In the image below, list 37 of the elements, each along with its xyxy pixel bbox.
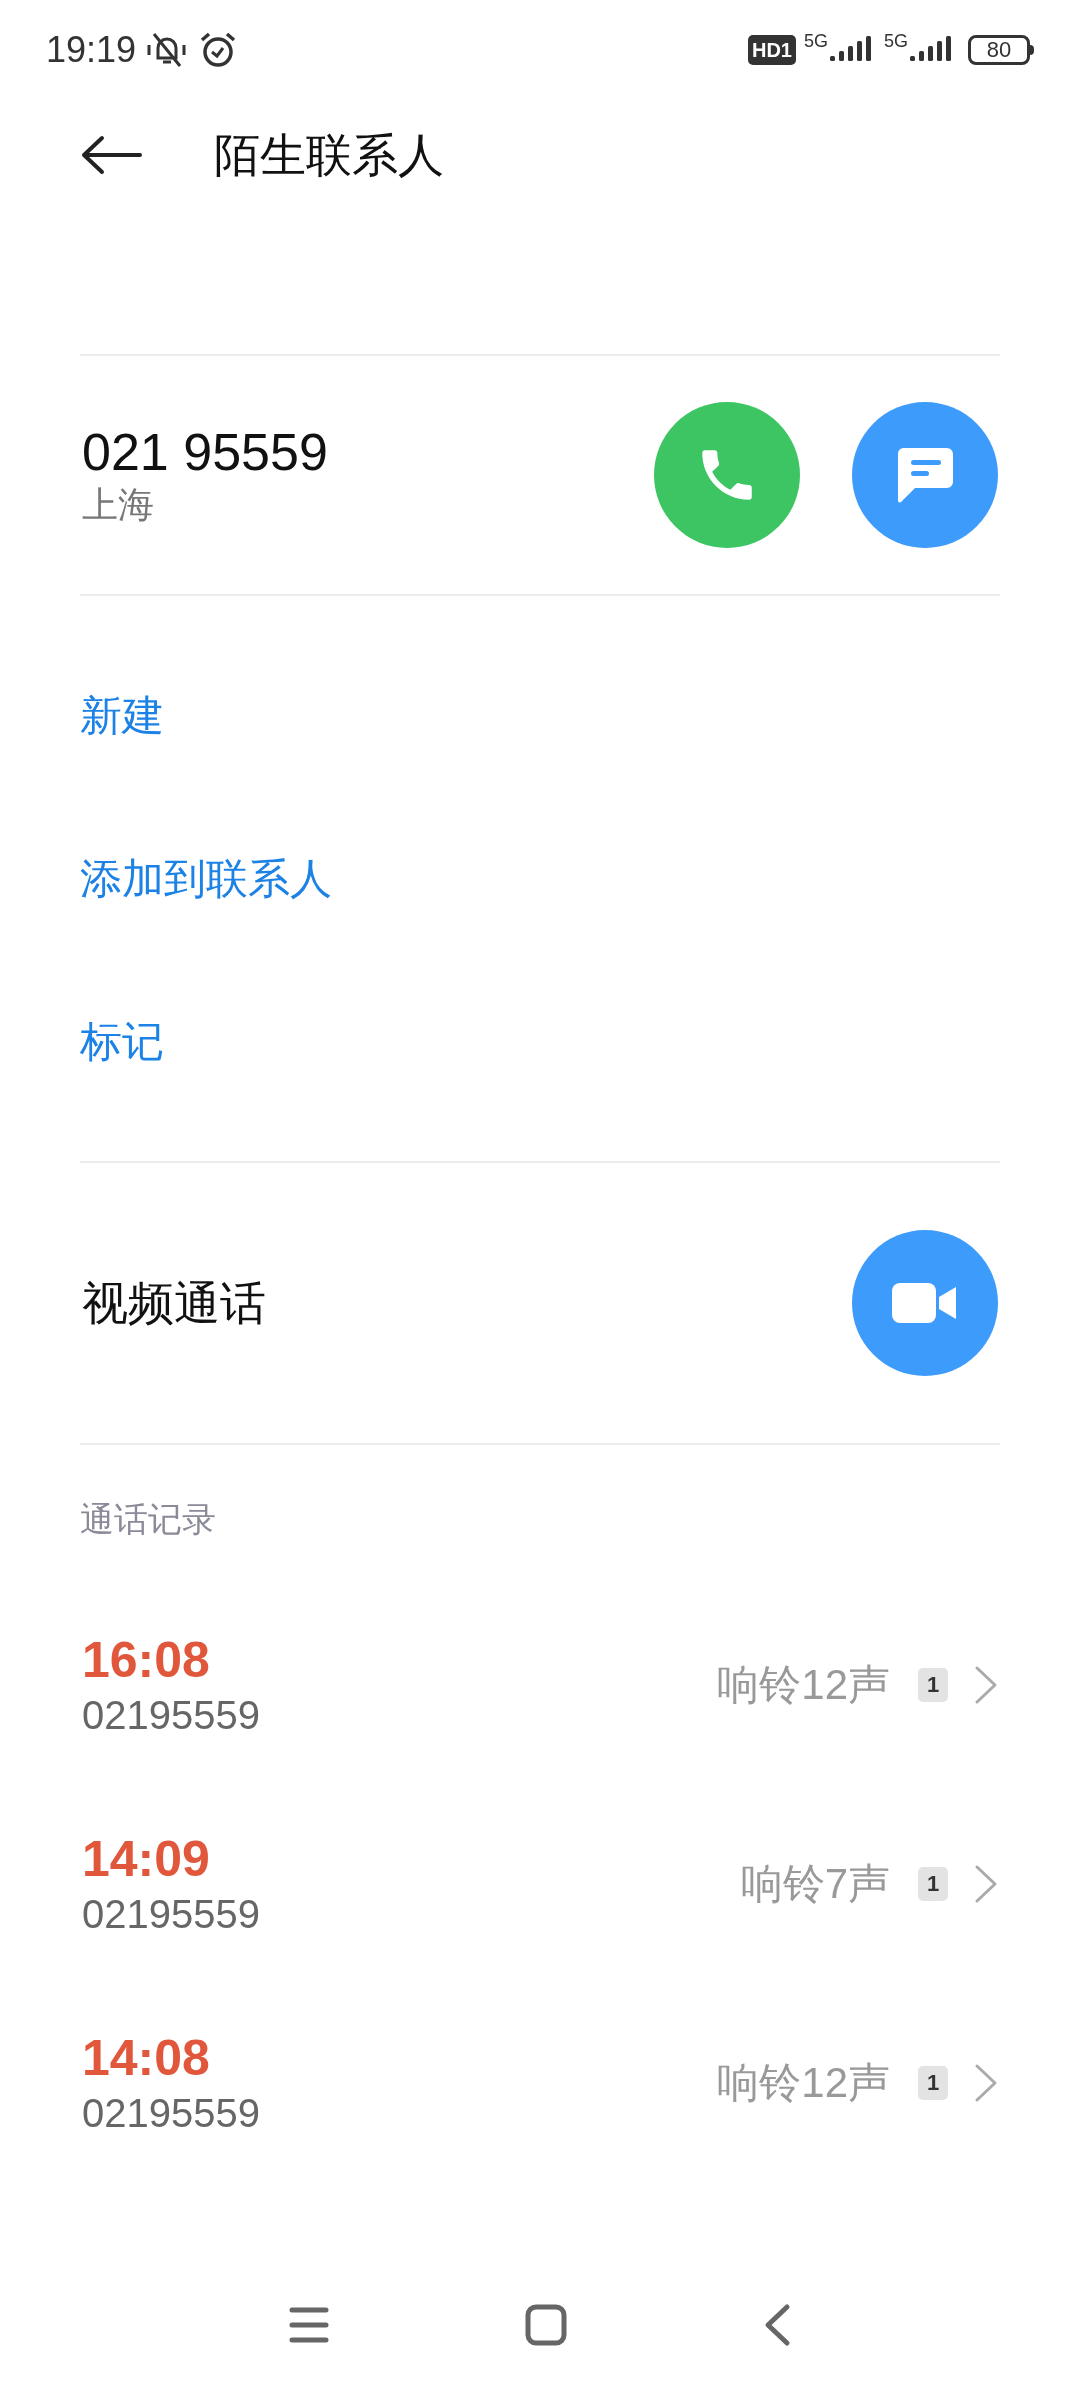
chevron-icon [974,1863,998,1904]
location: 上海 [82,483,155,527]
call-time: 14:08 [82,2028,211,2088]
sim-badge: 1 [918,2065,948,2100]
call-detail: 响铃12声 [717,2058,890,2108]
page-title: 陌生联系人 [214,127,444,183]
action-link[interactable]: 标记 [80,1010,164,1073]
sim-badge: 1 [918,1866,948,1901]
call-number: 02195559 [82,1691,261,1739]
video-camera-icon [892,1281,958,1325]
action-link[interactable]: 添加到联系人 [80,847,332,910]
call-detail: 响铃12声 [717,1660,890,1710]
mute-icon [146,30,189,70]
battery-icon: 80 [968,35,1030,65]
call-time: 16:08 [82,1630,211,1690]
message-icon [895,446,955,504]
call-log-row[interactable]: 14:08 02195559 响铃12声 1 [0,1983,1080,2182]
back-icon[interactable] [80,135,142,175]
chevron-icon [974,2062,998,2103]
video-call-label: 视频通话 [82,1275,267,1331]
call-time: 14:09 [82,1829,211,1889]
action-link[interactable]: 新建 [80,684,164,747]
sim-badge: 1 [918,1667,948,1702]
network-label: 5G [803,30,828,53]
menu-icon[interactable] [289,2306,329,2344]
hd-badge: HD1 [747,35,796,65]
status-time: 19:19 [46,28,137,72]
home-icon[interactable] [525,2304,567,2346]
call-log-row[interactable]: 14:09 02195559 响铃7声 1 [0,1784,1080,1983]
chevron-icon [974,1664,998,1705]
call-log-row[interactable]: 16:08 02195559 响铃12声 1 [0,1585,1080,1784]
section-heading: 通话记录 [80,1498,216,1540]
call-number: 02195559 [82,1890,261,1938]
network-label: 5G [884,30,908,53]
call-number: 02195559 [82,2089,261,2137]
call-detail: 响铃7声 [740,1859,890,1909]
phone-number: 021 95559 [82,422,329,482]
